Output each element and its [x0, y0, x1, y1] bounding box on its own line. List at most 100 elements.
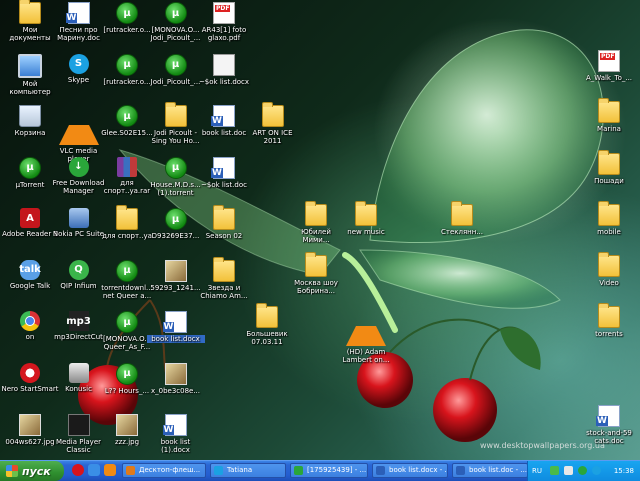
talk-icon: talk [19, 259, 41, 280]
desktop-icon[interactable]: A_Walk_To_... [580, 50, 638, 82]
tray-network-icon[interactable] [550, 466, 559, 475]
desktop-icon[interactable]: ART ON ICE 2011 [244, 102, 302, 145]
desktop-icon[interactable]: Marina [580, 98, 638, 133]
image-icon [116, 414, 138, 436]
taskbar-button[interactable]: book list.docx - ... [372, 463, 448, 478]
desktop-icon[interactable]: mobile [580, 201, 638, 236]
nero-icon [20, 362, 40, 383]
desktop-icon[interactable]: Стеклянн... [433, 201, 491, 236]
desktop-icon[interactable]: x_0be3c08e... [147, 362, 205, 395]
fdm-icon: ↓ [68, 156, 89, 177]
utorrent-icon: µ [116, 2, 138, 24]
taskbar-button[interactable]: book list.doc - ... [452, 463, 528, 478]
vlc-icon [58, 105, 99, 145]
desktop-icon-label: ~$ok list.doc [201, 180, 247, 189]
desktop-icon[interactable]: (HD) Adam Lambert on... [337, 306, 395, 364]
tray-utorrent-icon[interactable] [578, 466, 587, 475]
desktop-icon[interactable]: torrents [580, 303, 638, 338]
word-icon [65, 2, 90, 24]
folder-icon [116, 205, 138, 230]
start-button[interactable]: пуск [0, 461, 64, 481]
mpc-icon [67, 414, 90, 436]
computer-icon [18, 53, 42, 78]
skype-icon: S [68, 53, 89, 74]
folder-icon [305, 201, 327, 226]
folder-icon [451, 201, 473, 226]
utorrent-icon: µ [164, 156, 187, 179]
desktop-icon-label: Marina [597, 125, 621, 133]
utorrent-icon: µ [164, 208, 187, 230]
desktop-icon-label: AR43[1] foto glaxo.pdf [201, 26, 247, 42]
desktop-icon[interactable]: ~$ok list.docx [195, 53, 253, 86]
cherry [433, 378, 497, 442]
utorrent-icon: µ [116, 259, 138, 282]
taskbar-button[interactable]: Tatiana [210, 463, 286, 478]
desktop-icon-label: ART ON ICE 2011 [252, 129, 293, 145]
language-indicator[interactable]: RU [532, 467, 542, 475]
utorrent-icon: µ [116, 105, 138, 127]
folder-documents-icon [19, 0, 41, 24]
taskbar-button[interactable]: [175925439] - ... [290, 463, 368, 478]
folder-icon [261, 102, 284, 127]
desktop-icon-label: Стеклянн... [440, 228, 483, 236]
app-icon [456, 466, 465, 475]
desktop-icon[interactable]: ~$ok list.doc [195, 156, 253, 189]
desktop-icon[interactable]: AR43[1] foto glaxo.pdf [195, 2, 253, 42]
folder-icon [213, 205, 235, 230]
desktop-icon[interactable]: Пошади [580, 150, 638, 185]
folder-icon [256, 303, 278, 328]
desktop-icon[interactable]: Video [580, 252, 638, 287]
folder-icon [598, 252, 620, 277]
desktop-icon-label: stock-and-59 cats.doc [586, 429, 632, 445]
system-tray: RU 15:38 [527, 461, 640, 481]
desktop-icon-label: Пошади [594, 177, 624, 185]
tray-skype-icon[interactable] [592, 466, 601, 475]
desktop-icon[interactable]: book list (1).docx [147, 414, 205, 454]
desktop-icon[interactable]: Большевик 07.03.11 [238, 303, 296, 346]
app-icon [214, 466, 223, 475]
qip-icon: Q [68, 259, 89, 280]
desktop-icon-label: torrents [595, 330, 623, 338]
image-icon [164, 259, 187, 282]
word-icon [162, 414, 187, 436]
image-icon [164, 362, 187, 385]
utorrent-icon: µ [164, 53, 187, 76]
folder-icon [305, 252, 327, 277]
desktop-icon-label: new music [347, 228, 385, 236]
quicklaunch-desktop-icon[interactable] [88, 464, 100, 476]
desktop-icon-label: mobile [597, 228, 621, 236]
taskbar-button-label: Tatiana [227, 466, 253, 474]
desktop-icon[interactable]: book list.docx [146, 311, 205, 343]
folder-icon [598, 303, 620, 328]
folder-icon [213, 256, 235, 282]
utorrent-icon: µ [116, 362, 138, 385]
utorrent-icon: µ [116, 311, 138, 333]
mp3-icon: mp3 [66, 311, 91, 331]
folder-icon [598, 201, 620, 226]
image-icon [19, 414, 41, 436]
taskbar-button-label: Десктоп-флеш... [139, 466, 201, 474]
taskbar-button-label: book list.docx - ... [389, 466, 448, 474]
folder-icon [598, 98, 620, 123]
tray-volume-icon[interactable] [564, 466, 573, 475]
desktop-icon[interactable]: new music [337, 201, 395, 236]
taskbar-button-label: [175925439] - ... [307, 466, 367, 474]
desktop-icon[interactable]: Звезда и Chiamo Am... [195, 256, 253, 300]
desktop-icon-label: A_Walk_To_... [585, 74, 633, 82]
folder-icon [598, 150, 620, 175]
utorrent-icon: µ [116, 53, 138, 76]
desktop-icon[interactable]: Season 02 [195, 205, 253, 240]
desktop-icon-label: Season 02 [205, 232, 243, 240]
quicklaunch-opera-icon[interactable] [72, 464, 84, 476]
desktop-icon[interactable]: stock-and-59 cats.doc [580, 405, 638, 445]
reader-icon: A [20, 208, 40, 228]
quicklaunch-media-icon[interactable] [104, 464, 116, 476]
word-icon [596, 405, 620, 427]
word-icon [162, 311, 187, 333]
desktop-icon-label: Video [599, 279, 619, 287]
vlc-icon [346, 306, 386, 346]
desktop-icon-label: (HD) Adam Lambert on... [342, 348, 390, 364]
app-icon [294, 466, 303, 475]
taskbar-button[interactable]: Десктоп-флеш... [122, 463, 206, 478]
desktop-icon[interactable]: Москва шоу Бобрина... [287, 252, 345, 295]
